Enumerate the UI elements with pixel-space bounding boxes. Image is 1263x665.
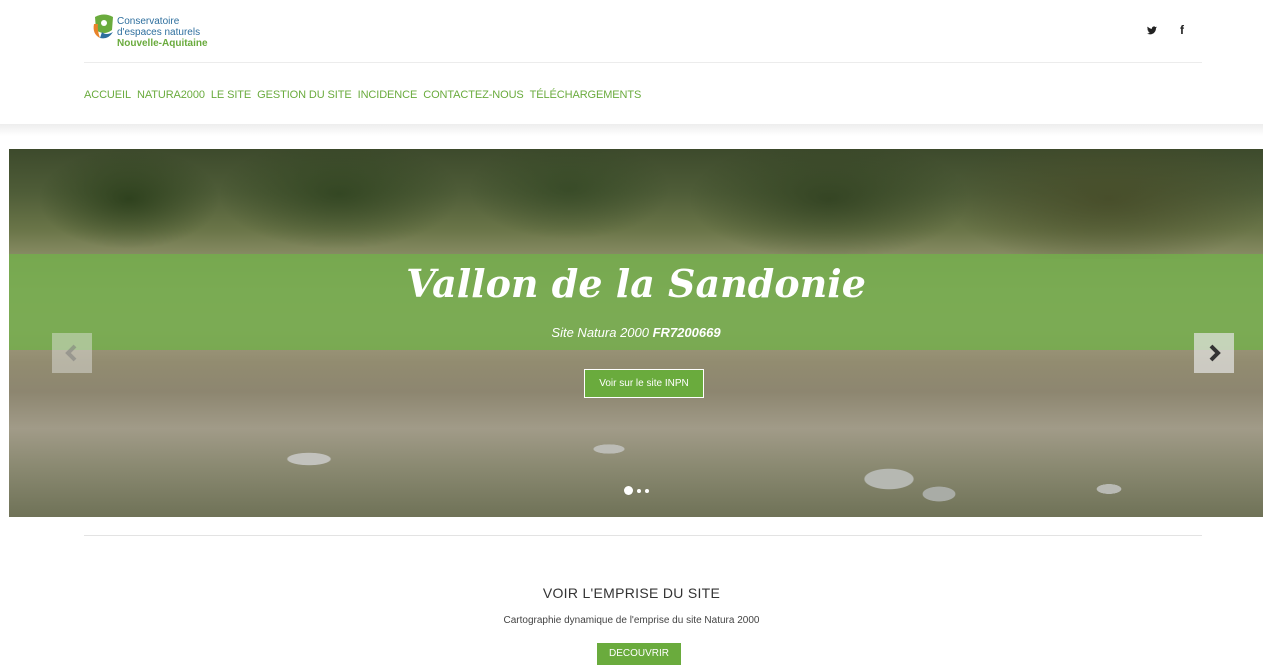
carousel-next-button[interactable] xyxy=(1194,333,1234,373)
nav-item-gestion-du-site[interactable]: GESTION DU SITE xyxy=(257,89,352,101)
nav-shadow xyxy=(0,124,1263,136)
chevron-right-icon xyxy=(1209,344,1221,362)
hero-carousel: Vallon de la Sandonie Site Natura 2000 F… xyxy=(9,149,1263,517)
hero-subtitle-code: FR7200669 xyxy=(652,325,721,340)
nav-item-contactez-nous[interactable]: CONTACTEZ-NOUS xyxy=(423,89,524,101)
twitter-icon[interactable] xyxy=(1147,26,1157,35)
section-description: Cartographie dynamique de l'emprise du s… xyxy=(503,615,760,626)
hero-subtitle: Site Natura 2000 FR7200669 xyxy=(9,325,1263,340)
decouvrir-button[interactable]: DECOUVRIR xyxy=(597,643,681,665)
carousel-dot-2[interactable] xyxy=(637,488,641,493)
header-divider xyxy=(84,62,1202,63)
section-divider xyxy=(84,535,1202,536)
nav-item-le-site[interactable]: LE SITE xyxy=(211,89,251,101)
logo-mark-icon xyxy=(93,14,113,39)
logo-line-1: Conservatoire xyxy=(117,16,180,27)
inpn-button[interactable]: Voir sur le site INPN xyxy=(584,369,704,398)
section-title: VOIR L'EMPRISE DU SITE xyxy=(542,585,721,601)
logo-text: Conservatoire d'espaces naturels Nouvell… xyxy=(117,16,208,49)
logo-line-3: Nouvelle-Aquitaine xyxy=(117,38,208,49)
main-nav: ACCUEIL NATURA2000 LE SITE GESTION DU SI… xyxy=(84,89,641,101)
carousel-dot-1[interactable] xyxy=(624,486,633,495)
site-logo[interactable]: Conservatoire d'espaces naturels Nouvell… xyxy=(92,14,222,54)
carousel-prev-button[interactable] xyxy=(52,333,92,373)
hero-subtitle-prefix: Site Natura 2000 xyxy=(551,325,653,340)
hero-title: Vallon de la Sandonie xyxy=(406,261,866,306)
nav-item-accueil[interactable]: ACCUEIL xyxy=(84,89,131,101)
facebook-icon[interactable]: f xyxy=(1180,23,1184,37)
logo-line-2: d'espaces naturels xyxy=(117,27,201,38)
carousel-indicators xyxy=(624,486,649,495)
carousel-dot-3[interactable] xyxy=(645,488,649,493)
chevron-left-icon xyxy=(65,344,77,362)
nav-item-natura2000[interactable]: NATURA2000 xyxy=(137,89,205,101)
nav-item-telechargements[interactable]: TÉLÉCHARGEMENTS xyxy=(530,89,642,101)
nav-item-incidence[interactable]: INCIDENCE xyxy=(358,89,418,101)
